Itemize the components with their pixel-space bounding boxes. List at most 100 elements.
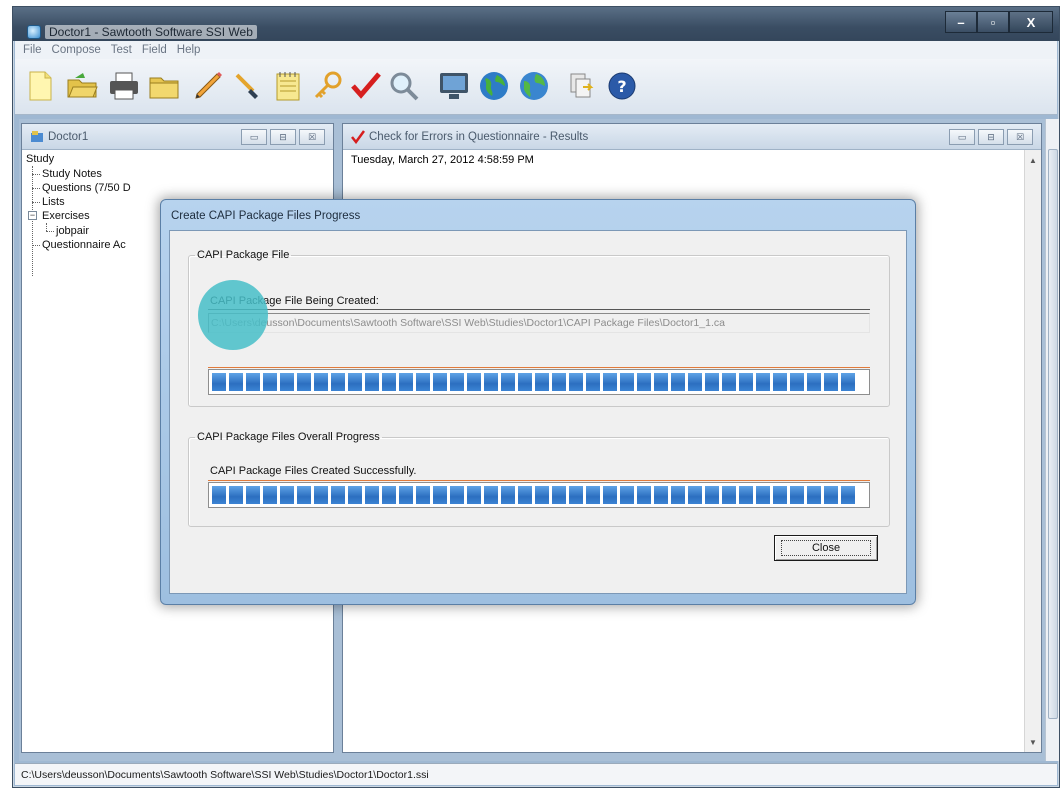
globe-icon[interactable] <box>477 69 511 103</box>
key-icon[interactable] <box>311 69 345 103</box>
progress-segment <box>552 373 566 391</box>
progress-segment <box>841 486 855 504</box>
app-icon <box>27 25 41 39</box>
progress-segment <box>637 486 651 504</box>
progress-segment <box>790 486 804 504</box>
tree-node-questionnaire-access[interactable]: Questionnaire Ac <box>42 238 126 252</box>
progress-segment <box>348 486 362 504</box>
progress-segment <box>603 486 617 504</box>
folder-icon[interactable] <box>147 69 181 103</box>
progress-segment <box>297 486 311 504</box>
progress-segment <box>450 486 464 504</box>
overall-progress-legend: CAPI Package Files Overall Progress <box>197 431 380 443</box>
tree-node-questions[interactable]: Questions (7/50 D <box>42 181 131 195</box>
menu-file[interactable]: File <box>23 44 42 56</box>
progress-segment <box>671 373 685 391</box>
progress-segment <box>620 373 634 391</box>
menu-help[interactable]: Help <box>177 44 201 56</box>
child-close-button[interactable]: ☒ <box>1007 129 1033 145</box>
progress-segment <box>705 486 719 504</box>
progress-segment <box>739 486 753 504</box>
tree-node-lists[interactable]: Lists <box>42 195 65 209</box>
progress-segment <box>280 486 294 504</box>
child-minimize-button[interactable]: ▭ <box>241 129 267 145</box>
maximize-button[interactable]: ▫ <box>977 11 1009 33</box>
open-folder-icon[interactable] <box>65 69 99 103</box>
monitor-icon[interactable] <box>437 69 471 103</box>
progress-segment <box>399 486 413 504</box>
progress-segment <box>807 486 821 504</box>
scroll-up-icon[interactable]: ▲ <box>1025 152 1041 168</box>
new-file-icon[interactable] <box>23 69 57 103</box>
child-close-button[interactable]: ☒ <box>299 129 325 145</box>
progress-segment <box>484 486 498 504</box>
progress-segment <box>654 373 668 391</box>
globe-2-icon[interactable] <box>517 69 551 103</box>
tree-node-study-notes[interactable]: Study Notes <box>42 167 102 181</box>
progress-segment <box>212 373 226 391</box>
progress-segment <box>229 373 243 391</box>
progress-segment <box>416 486 430 504</box>
progress-segment <box>688 486 702 504</box>
close-button[interactable]: Close <box>774 535 878 561</box>
title-bar: Doctor1 - Sawtooth Software SSI Web – ▫ … <box>13 7 1059 41</box>
results-timestamp: Tuesday, March 27, 2012 4:58:59 PM <box>351 154 534 166</box>
progress-segment <box>739 373 753 391</box>
progress-segment <box>263 373 277 391</box>
progress-segment <box>246 486 260 504</box>
progress-segment <box>535 486 549 504</box>
progress-segment <box>586 486 600 504</box>
child-restore-button[interactable]: ⊟ <box>270 129 296 145</box>
help-icon[interactable]: ? <box>605 69 639 103</box>
child-minimize-button[interactable]: ▭ <box>949 129 975 145</box>
capi-progress-dialog: Create CAPI Package Files Progress CAPI … <box>160 199 916 605</box>
progress-segment <box>246 373 260 391</box>
pencil-icon[interactable] <box>191 69 225 103</box>
tree-node-exercises[interactable]: Exercises <box>42 209 90 223</box>
progress-segment <box>365 373 379 391</box>
progress-segment <box>314 486 328 504</box>
progress-segment <box>433 486 447 504</box>
scroll-down-icon[interactable]: ▼ <box>1025 734 1041 750</box>
progress-segment <box>603 373 617 391</box>
close-window-button[interactable]: X <box>1009 11 1053 33</box>
progress-segment <box>348 373 362 391</box>
mdi-scroll-thumb[interactable] <box>1048 149 1058 719</box>
progress-segment <box>841 373 855 391</box>
progress-segment <box>722 373 736 391</box>
progress-segment <box>722 486 736 504</box>
menu-test[interactable]: Test <box>111 44 132 56</box>
minimize-button[interactable]: – <box>945 11 977 33</box>
progress-segment <box>365 486 379 504</box>
tree-node-jobpair[interactable]: jobpair <box>56 224 89 238</box>
progress-segment <box>212 486 226 504</box>
brush-icon[interactable] <box>231 69 265 103</box>
print-icon[interactable] <box>107 69 141 103</box>
menu-compose[interactable]: Compose <box>52 44 101 56</box>
results-scrollbar[interactable]: ▲ ▼ <box>1024 150 1041 752</box>
progress-segment <box>688 373 702 391</box>
progress-segment <box>756 486 770 504</box>
menu-field[interactable]: Field <box>142 44 167 56</box>
progress-segment <box>773 373 787 391</box>
overall-progress-label: CAPI Package Files Created Successfully. <box>210 465 417 477</box>
child-restore-button[interactable]: ⊟ <box>978 129 1004 145</box>
checkmark-icon[interactable] <box>349 69 383 103</box>
progress-segment <box>280 373 294 391</box>
progress-segment <box>586 373 600 391</box>
progress-segment <box>382 486 396 504</box>
menu-bar: File Compose Test Field Help <box>15 41 1057 59</box>
tree-expander-icon[interactable]: − <box>28 211 37 220</box>
progress-segment <box>416 373 430 391</box>
progress-segment <box>382 373 396 391</box>
package-file-progress <box>208 369 870 395</box>
progress-segment <box>501 373 515 391</box>
dialog-title: Create CAPI Package Files Progress <box>171 210 361 222</box>
tree-node-study[interactable]: Study <box>26 152 54 166</box>
notepad-icon[interactable] <box>271 69 305 103</box>
progress-segment <box>552 486 566 504</box>
copy-arrow-icon[interactable] <box>565 69 599 103</box>
magnifier-icon[interactable] <box>387 69 421 103</box>
mdi-scrollbar[interactable] <box>1045 119 1059 761</box>
svg-text:?: ? <box>617 77 626 96</box>
